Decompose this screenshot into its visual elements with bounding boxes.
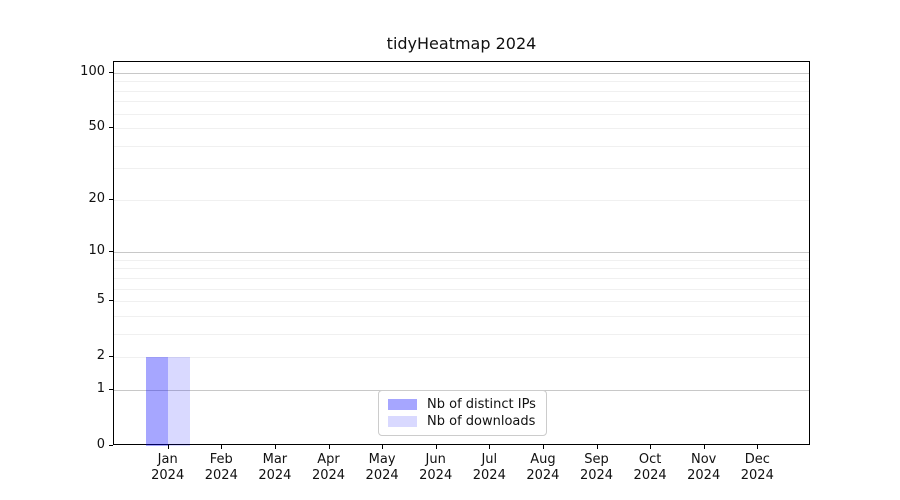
x-tick-mark-sep-2024 [596, 445, 598, 449]
x-tick-mark-dec-2024 [757, 445, 759, 449]
x-tick-year-nov-2024: 2024 [687, 468, 721, 483]
legend-swatch-downloads [388, 416, 417, 427]
x-tick-month-mar-2024: Mar [262, 452, 288, 467]
y-tick-label-10: 10 [88, 243, 105, 259]
chart-title: tidyHeatmap 2024 [386, 34, 537, 53]
y-tick-mark-5 [109, 300, 113, 302]
y-tick-mark-2 [109, 356, 113, 358]
plot-area [113, 61, 810, 446]
gridline-minor-50 [114, 128, 809, 130]
legend-item-distinct-ips: Nb of distinct IPs [388, 397, 537, 412]
y-tick-label-50: 50 [88, 119, 105, 135]
y-tick-label-0: 0 [96, 437, 105, 452]
gridline-major-100 [114, 72, 809, 74]
x-tick-month-feb-2024: Feb [209, 452, 233, 467]
x-tick-year-dec-2024: 2024 [740, 468, 774, 483]
x-tick-year-feb-2024: 2024 [204, 468, 238, 483]
x-tick-label-dec-2024: Dec 2024 [727, 452, 787, 484]
gridline-minor-5 [114, 301, 809, 303]
y-tick-label-1: 1 [96, 380, 105, 396]
x-tick-mark-may-2024 [382, 445, 384, 449]
y-tick-label-100: 100 [80, 63, 105, 79]
y-tick-mark-20 [109, 198, 113, 200]
figure: tidyHeatmap 2024 0 1 2 5 10 20 50 100 Jan 2024 Fe… [0, 0, 900, 500]
x-tick-month-nov-2024: Nov [691, 452, 717, 467]
x-tick-year-jan-2024: 2024 [151, 468, 185, 483]
gridline-minor-7 [114, 277, 809, 279]
x-tick-month-oct-2024: Oct [638, 452, 662, 467]
x-tick-label-oct-2024: Oct 2024 [620, 452, 680, 484]
gridline-minor-80 [114, 90, 809, 92]
legend-item-downloads: Nb of downloads [388, 414, 537, 429]
legend-label-distinct-ips: Nb of distinct IPs [427, 397, 536, 412]
x-tick-mark-aug-2024 [542, 445, 544, 449]
x-tick-label-may-2024: May 2024 [352, 452, 412, 484]
x-tick-label-mar-2024: Mar 2024 [245, 452, 305, 484]
x-tick-label-sep-2024: Sep 2024 [567, 452, 627, 484]
x-tick-year-oct-2024: 2024 [633, 468, 667, 483]
x-tick-year-may-2024: 2024 [365, 468, 399, 483]
x-tick-label-apr-2024: Apr 2024 [299, 452, 359, 484]
gridline-minor-9 [114, 259, 809, 261]
y-tick-mark-1 [109, 388, 113, 390]
x-tick-year-aug-2024: 2024 [526, 468, 560, 483]
y-tick-mark-50 [109, 127, 113, 129]
x-tick-month-may-2024: May [368, 452, 396, 467]
x-tick-month-aug-2024: Aug [530, 452, 556, 467]
x-tick-label-aug-2024: Aug 2024 [513, 452, 573, 484]
x-tick-month-apr-2024: Apr [317, 452, 340, 467]
y-tick-label-5: 5 [96, 292, 105, 308]
bar-nb-of-downloads-jan-2024 [167, 357, 190, 446]
legend-label-downloads: Nb of downloads [427, 414, 536, 429]
gridline-minor-70 [114, 101, 809, 103]
y-tick-mark-100 [109, 71, 113, 73]
x-tick-label-nov-2024: Nov 2024 [674, 452, 734, 484]
x-tick-mark-jul-2024 [489, 445, 491, 449]
x-tick-month-jan-2024: Jan [157, 452, 178, 467]
gridline-minor-90 [114, 81, 809, 83]
x-tick-mark-jun-2024 [435, 445, 437, 449]
x-tick-mark-oct-2024 [650, 445, 652, 449]
gridline-minor-30 [114, 168, 809, 170]
x-tick-label-jan-2024: Jan 2024 [138, 452, 198, 484]
x-tick-year-mar-2024: 2024 [258, 468, 292, 483]
y-tick-label-2: 2 [96, 348, 105, 364]
x-tick-mark-feb-2024 [221, 445, 223, 449]
legend-swatch-distinct-ips [388, 399, 417, 410]
y-tick-label-20: 20 [88, 190, 105, 206]
gridline-minor-3 [114, 333, 809, 335]
bar-nb-of-distinct-ips-jan-2024 [145, 357, 168, 446]
gridline-minor-20 [114, 199, 809, 201]
x-tick-mark-mar-2024 [274, 445, 276, 449]
x-tick-label-jun-2024: Jun 2024 [406, 452, 466, 484]
x-tick-mark-nov-2024 [703, 445, 705, 449]
x-tick-label-feb-2024: Feb 2024 [191, 452, 251, 484]
y-tick-mark-0 [109, 445, 113, 446]
x-tick-year-jun-2024: 2024 [419, 468, 453, 483]
gridline-minor-60 [114, 113, 809, 115]
x-tick-year-sep-2024: 2024 [579, 468, 614, 483]
x-tick-month-dec-2024: Dec [744, 452, 770, 467]
gridline-major-10 [114, 252, 809, 254]
gridline-minor-40 [114, 145, 809, 147]
gridline-minor-8 [114, 268, 809, 270]
x-tick-month-sep-2024: Sep [584, 452, 609, 467]
x-tick-year-jul-2024: 2024 [472, 468, 506, 483]
x-tick-mark-jan-2024 [167, 445, 169, 449]
x-tick-year-apr-2024: 2024 [311, 468, 346, 483]
x-tick-month-jun-2024: Jun [425, 452, 446, 467]
gridline-minor-4 [114, 315, 809, 317]
x-tick-month-jul-2024: Jul [481, 452, 498, 467]
x-tick-mark-apr-2024 [328, 445, 330, 449]
gridline-minor-2 [114, 357, 809, 359]
y-tick-mark-10 [109, 251, 113, 253]
x-tick-label-jul-2024: Jul 2024 [459, 452, 519, 484]
legend: Nb of distinct IPs Nb of downloads [378, 390, 547, 436]
gridline-minor-6 [114, 288, 809, 290]
